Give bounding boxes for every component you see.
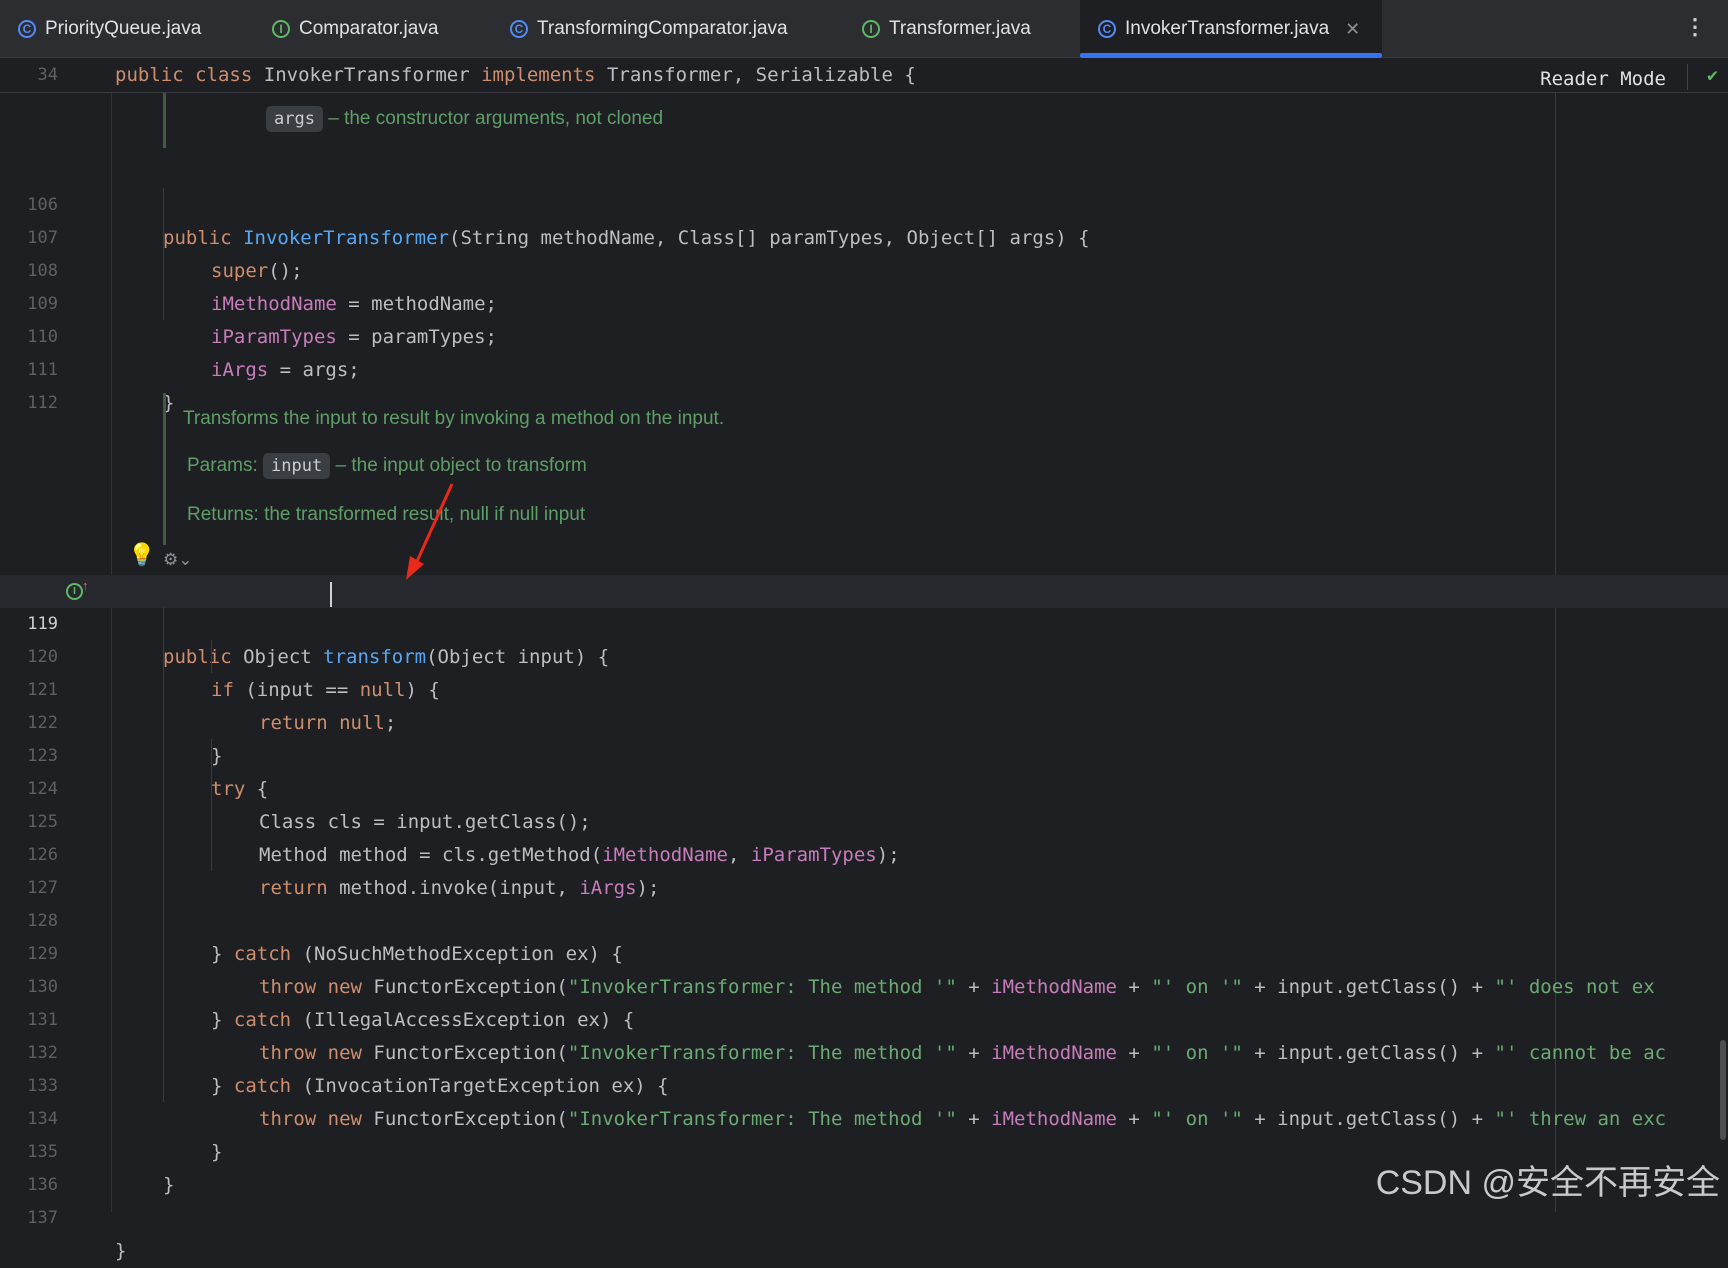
code-line[interactable]: 131 throw new FunctorException("InvokerT… [0, 971, 1728, 1064]
vertical-scrollbar[interactable] [1720, 1040, 1726, 1140]
code-line[interactable]: 121 return null; [0, 641, 1728, 734]
checkmark-icon[interactable]: ✔ [1707, 65, 1718, 86]
code-line[interactable]: 127 [0, 839, 1728, 898]
tab-transformingcomparator[interactable]: C TransformingComparator.java [510, 0, 788, 58]
implements-method-icon[interactable]: I [66, 583, 83, 600]
tab-comparator[interactable]: I Comparator.java [272, 0, 438, 58]
code-line[interactable]: 135 } [0, 1103, 1728, 1196]
more-options-icon[interactable]: ⋮ [1684, 14, 1706, 40]
tab-label: InvokerTransformer.java [1125, 18, 1330, 39]
tab-label: Comparator.java [299, 18, 439, 39]
code-line[interactable]: 112 [0, 354, 1728, 413]
text-caret [330, 582, 332, 607]
code-line[interactable]: 106 public InvokerTransformer(String met… [0, 156, 1728, 249]
class-icon: C [510, 20, 528, 38]
indent-guide [211, 640, 212, 673]
param-chip: input [263, 453, 331, 479]
doc-returns: Returns: the transformed result, null if… [187, 504, 586, 525]
tab-transformer[interactable]: I Transformer.java [862, 0, 1031, 58]
indent-guide [211, 739, 212, 871]
tab-invokertransformer[interactable]: C InvokerTransformer.java ✕ [1080, 0, 1382, 58]
line-number: 34 [37, 65, 58, 85]
indent-guide [163, 188, 164, 320]
sticky-scroll-header[interactable]: 34 public class InvokerTransformer imple… [0, 58, 1728, 93]
divider [1687, 64, 1688, 90]
doc-summary: Transforms the input to result by invoki… [183, 408, 725, 429]
interface-icon: I [862, 20, 880, 38]
param-chip: args [266, 106, 323, 132]
code-line[interactable]: 123 try { [0, 707, 1728, 800]
class-icon: C [1098, 20, 1116, 38]
watermark: CSDN @安全不再安全 [1375, 1164, 1720, 1202]
interface-icon: I [272, 20, 290, 38]
code-line-current[interactable]: 119 public Object transform(Object input… [0, 575, 1728, 668]
code-line[interactable]: 108 iMethodName = methodName; [0, 222, 1728, 315]
tab-label: Transformer.java [889, 18, 1031, 39]
code-line[interactable]: 110 iArgs = args; [0, 288, 1728, 381]
reader-mode-button[interactable]: Reader Mode [1540, 68, 1666, 90]
code-line[interactable]: 120 if (input == null) { [0, 608, 1728, 701]
close-tab-icon[interactable]: ✕ [1345, 19, 1360, 40]
indent-guide [163, 607, 164, 1102]
arrow-up-icon: ↑ [82, 578, 89, 593]
sticky-code: public class InvokerTransformer implemen… [115, 64, 916, 86]
code-line[interactable]: 125 Method method = cls.getMethod(iMetho… [0, 773, 1728, 866]
code-line[interactable]: 133 throw new FunctorException("InvokerT… [0, 1037, 1728, 1130]
doc-params: Params: input – the input object to tran… [187, 453, 587, 479]
doc-comment-bar [163, 93, 166, 148]
doc-comment-bar [163, 393, 166, 545]
annotation-arrow-icon [406, 483, 454, 580]
code-line[interactable]: 109 iParamTypes = paramTypes; [0, 255, 1728, 348]
code-line[interactable]: 124 Class cls = input.getClass(); [0, 740, 1728, 833]
code-line[interactable]: 122 } [0, 674, 1728, 767]
doc-param-args: args – the constructor arguments, not cl… [266, 106, 663, 132]
ai-assist-icon[interactable]: ⚙⌄ [163, 550, 192, 570]
tab-label: PriorityQueue.java [45, 18, 202, 39]
lightbulb-icon[interactable]: 💡 [128, 542, 155, 568]
code-line[interactable]: 126 return method.invoke(input, iArgs); [0, 806, 1728, 899]
editor-tab-bar: C PriorityQueue.java I Comparator.java C… [0, 0, 1728, 58]
tab-label: TransformingComparator.java [537, 18, 788, 39]
code-line[interactable]: 130 } catch (IllegalAccessException ex) … [0, 938, 1728, 1031]
code-line[interactable]: 107 super(); [0, 189, 1728, 282]
code-line[interactable]: 132 } catch (InvocationTargetException e… [0, 1004, 1728, 1097]
tab-priorityqueue[interactable]: C PriorityQueue.java [18, 0, 201, 58]
code-line[interactable]: 129 throw new FunctorException("InvokerT… [0, 905, 1728, 998]
code-line[interactable]: 111 } [0, 321, 1728, 414]
code-line[interactable]: 128 } catch (NoSuchMethodException ex) { [0, 872, 1728, 965]
code-line[interactable]: 134 } [0, 1070, 1728, 1163]
class-icon: C [18, 20, 36, 38]
